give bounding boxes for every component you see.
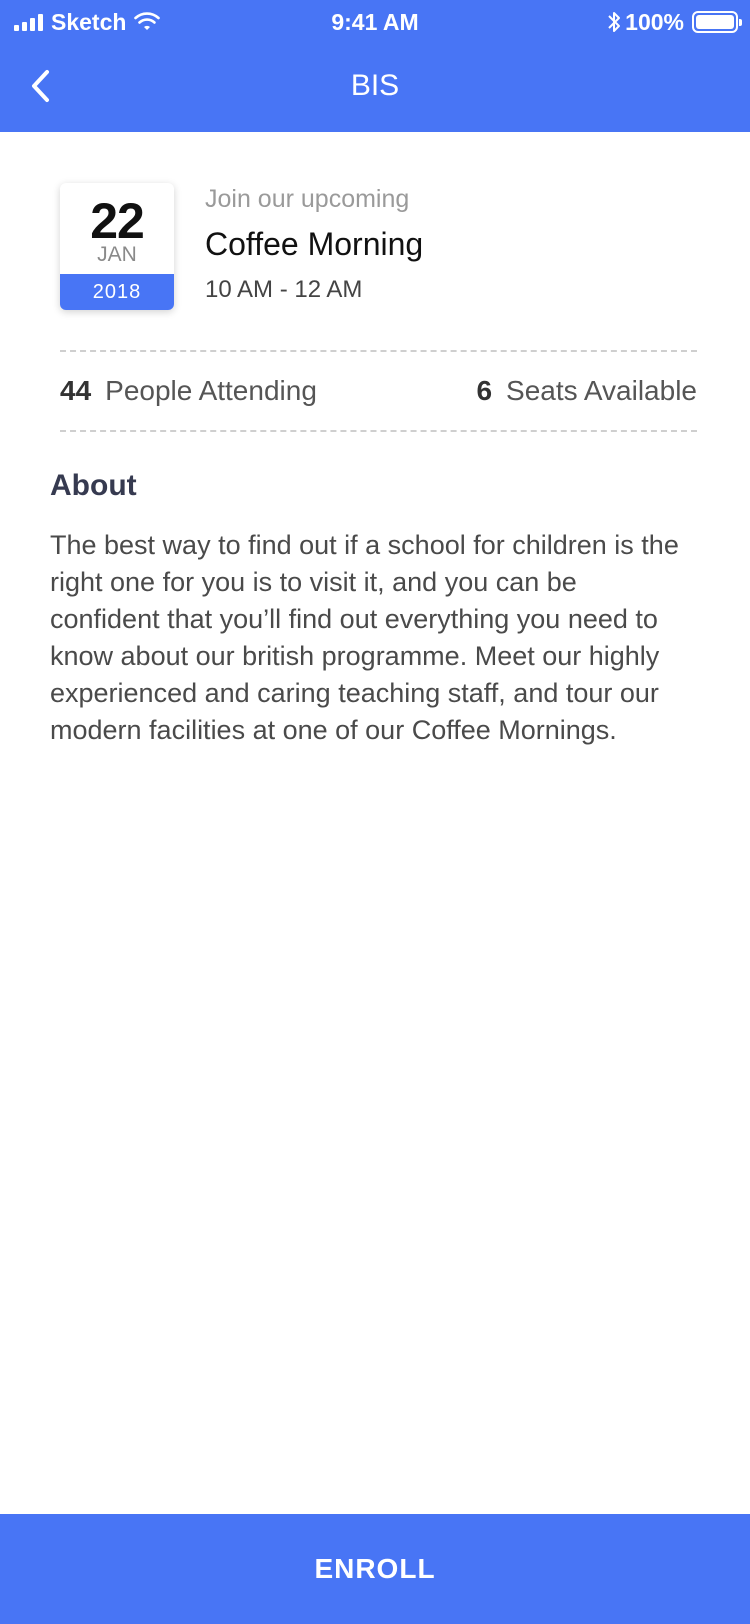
about-text: The best way to find out if a school for… (50, 530, 679, 745)
divider-top (60, 350, 697, 352)
battery-percent: 100% (625, 8, 684, 35)
seats-count: 6 (476, 375, 493, 406)
page-title: BIS (350, 69, 400, 102)
attending-stat: 44 People Attending (60, 375, 317, 407)
seats-stat: 6 Seats Available (476, 375, 697, 407)
about-heading: About (50, 469, 137, 502)
navigation-bar: BIS (0, 44, 750, 132)
bluetooth-icon (608, 12, 621, 32)
attending-label: People Attending (105, 375, 317, 406)
event-kicker: Join our upcoming (205, 185, 410, 213)
event-stats: 44 People Attending 6 Seats Available (60, 373, 697, 409)
date-badge: 22 JAN 2018 (60, 183, 174, 310)
status-bar: Sketch 9:41 AM 100% (0, 0, 750, 44)
date-month: JAN (97, 243, 137, 266)
event-title: Coffee Morning (205, 226, 424, 262)
date-year: 2018 (60, 274, 174, 310)
battery-icon (692, 11, 742, 33)
event-time: 10 AM - 12 AM (205, 276, 363, 303)
attending-count: 44 (60, 375, 92, 406)
date-day: 22 (90, 193, 145, 249)
event-info: Join our upcoming Coffee Morning 10 AM -… (205, 182, 423, 306)
header: Sketch 9:41 AM 100% BIS (0, 0, 750, 132)
divider-bottom (60, 430, 697, 432)
event-detail-screen: Sketch 9:41 AM 100% BIS 22 JAN 2018 Join… (0, 0, 750, 1624)
seats-label: Seats Available (506, 375, 697, 406)
status-right: 100% (607, 8, 742, 36)
enroll-button[interactable]: ENROLL (0, 1514, 750, 1624)
